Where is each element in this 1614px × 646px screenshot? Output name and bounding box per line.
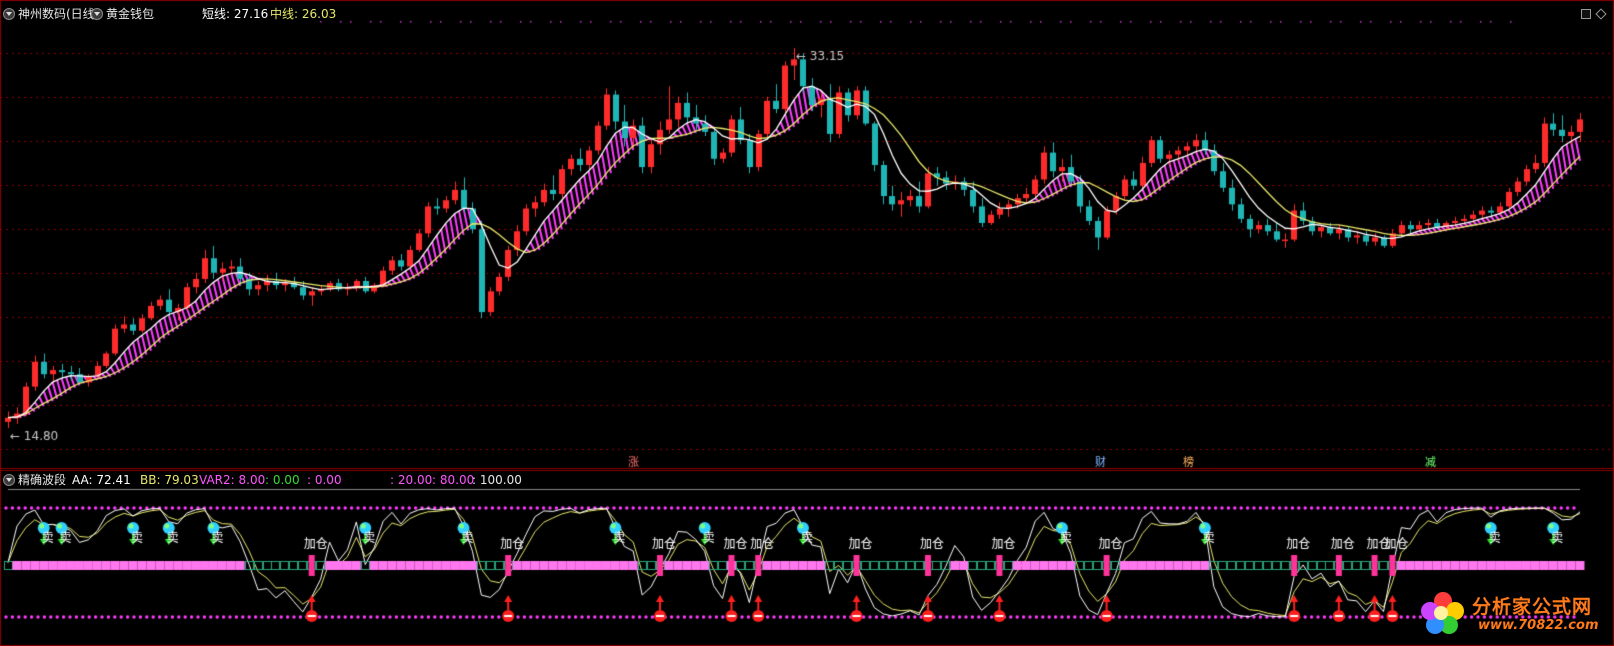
sub-indicator-menu-icon[interactable] bbox=[3, 474, 15, 486]
var2-value-6: : 100.00 bbox=[472, 473, 522, 487]
var2-value-3: : 0.00 bbox=[307, 473, 342, 487]
indicator-title: 黄金钱包 bbox=[106, 7, 155, 21]
logo-petal-center bbox=[1434, 606, 1448, 620]
var2-value-2: : 0.00 bbox=[265, 473, 300, 487]
stock-chart-canvas[interactable] bbox=[0, 0, 1614, 646]
mid-line-label: 中线: 26.03 bbox=[270, 7, 337, 21]
indicator-menu-icon[interactable] bbox=[3, 8, 15, 20]
sub-indicator-title: 精确波段 bbox=[18, 473, 67, 487]
stock-title: 神州数码(日线) bbox=[18, 7, 100, 21]
formula-menu-icon[interactable] bbox=[91, 8, 103, 20]
site-logo: 分析家公式网 www.70822.com bbox=[1418, 590, 1610, 642]
logo-url: www.70822.com bbox=[1478, 618, 1599, 633]
short-line-label: 短线: 27.16 bbox=[202, 7, 269, 21]
flower-logo-icon bbox=[1418, 590, 1468, 640]
bb-label: BB: 79.03 bbox=[140, 473, 199, 487]
var2-value-4: : 20.00 bbox=[390, 473, 433, 487]
var2-label: VAR2: 8.00 bbox=[199, 473, 266, 487]
var2-value-5: : 80.00 bbox=[432, 473, 475, 487]
logo-title: 分析家公式网 bbox=[1472, 596, 1593, 618]
maximize-icon[interactable] bbox=[1581, 9, 1591, 19]
aa-label: AA: 72.41 bbox=[72, 473, 131, 487]
